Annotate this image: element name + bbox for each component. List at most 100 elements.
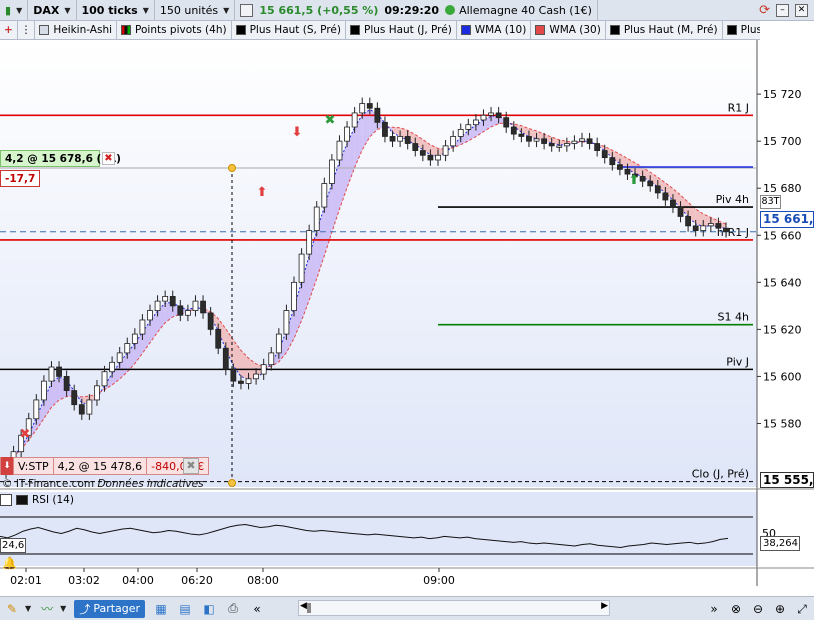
candle-body [162, 296, 169, 302]
units-selector[interactable]: 150 unités ▼ [155, 0, 236, 21]
stop-order-label[interactable]: ⬇ V:STP 4,2 @ 15 478,6 -840,00 € [0, 457, 210, 475]
alert-bell-icon[interactable]: 🔔 [2, 556, 17, 570]
candle-body [101, 371, 108, 387]
rsi-value-tag: 38,264 [760, 536, 800, 551]
candle-body [495, 112, 502, 119]
pivots-icon [121, 25, 132, 35]
market-name: Allemagne 40 Cash (1€) [459, 3, 592, 17]
add-indicator-button[interactable]: + [0, 21, 18, 39]
screenshot-button[interactable]: ◧ [197, 597, 221, 620]
scroll-right-icon[interactable]: ▶ [601, 601, 608, 611]
legend-high-week[interactable]: Plus Haut (S, Pré) [232, 21, 346, 39]
chart-type-selector[interactable]: ▮ ▼ [0, 0, 29, 21]
candle-body [647, 180, 654, 187]
candle-body [56, 366, 62, 377]
layout-button[interactable]: ▦ [149, 597, 173, 620]
color-swatch-icon [16, 494, 28, 505]
previous-close-tag: 15 555,3 [760, 472, 814, 488]
indicator-legend: + ⋮ Heikin-Ashi Points pivots (4h) Plus … [0, 21, 760, 40]
auto-scale-icon[interactable]: ⤢ [794, 601, 810, 617]
candle-body [526, 136, 532, 142]
zoom-out-icon[interactable]: ⊖ [750, 601, 766, 617]
candle-body [435, 154, 441, 161]
candle-body [344, 126, 350, 142]
zoom-reset-icon[interactable]: ⊗ [728, 601, 744, 617]
candle-body [510, 126, 517, 135]
candle-body [207, 312, 214, 330]
last-time: 09:29:20 [384, 3, 440, 17]
legend-pivots[interactable]: Points pivots (4h) [117, 21, 232, 39]
candle-body [412, 143, 419, 151]
candle-body [260, 364, 267, 375]
color-swatch-icon [460, 25, 471, 35]
chart-scrollbar[interactable]: ◀ ▶ [298, 600, 610, 616]
checkbox-icon[interactable] [0, 493, 12, 506]
candle-body [366, 103, 373, 109]
candle-body [586, 138, 593, 144]
instrument-selector[interactable]: DAX ▼ [28, 0, 77, 21]
checkbox-icon[interactable] [240, 3, 254, 17]
candle-body [86, 399, 93, 415]
camera-icon: ◧ [203, 601, 215, 616]
rsi-header[interactable]: RSI (14) [0, 492, 74, 507]
minimize-button[interactable]: – [776, 4, 789, 17]
chevron-down-icon: ▼ [223, 5, 230, 15]
candle-body [723, 227, 729, 233]
indicator-tool-button[interactable]: 〰 ▼ [35, 597, 70, 620]
settings-toggle[interactable]: ⋮ [18, 21, 36, 39]
y-tick-label: 15 700 [763, 135, 802, 148]
color-swatch-icon [535, 25, 546, 35]
save-button[interactable]: ▤ [173, 597, 197, 620]
cancel-stop-icon[interactable]: ✖ [183, 458, 199, 474]
candle-body [677, 206, 684, 217]
scroll-left-icon[interactable]: ◀ [300, 601, 307, 611]
candle-body [351, 112, 358, 128]
x-tick-label: 08:00 [247, 574, 279, 586]
candle-body [124, 343, 131, 354]
close-button[interactable]: ✕ [795, 4, 808, 17]
share-button[interactable]: ⤴ Partager [70, 597, 149, 620]
candle-body [670, 199, 676, 208]
stop-detail: 4,2 @ 15 478,6 [54, 457, 148, 475]
y-tick-label: 15 720 [763, 88, 802, 101]
draw-tool-button[interactable]: ✎ ▼ [0, 597, 35, 620]
scroll-first-button[interactable]: « [245, 597, 269, 620]
scroll-thumb[interactable] [307, 603, 311, 613]
close-position-icon[interactable]: ✖ [102, 152, 115, 165]
legend-high-month[interactable]: Plus Haut (M, Pré) [606, 21, 723, 39]
candle-body [374, 107, 381, 123]
color-swatch-icon [609, 25, 620, 35]
candle-body [654, 185, 661, 194]
candle-body [715, 223, 722, 229]
bottom-toolbar: ✎ ▼ 〰 ▼ ⤴ Partager ▦ ▤ ◧ ⎙ « ◀ ▶ » ⊗ ⊖ ⊕ ⤢ [0, 596, 814, 620]
timeframe-selector[interactable]: 100 ticks ▼ [77, 0, 155, 21]
position-label[interactable]: 4,2 @ 15 678,6 (RL) [0, 150, 121, 167]
y-tick-label: 15 660 [763, 229, 802, 242]
print-button[interactable]: ⎙ [221, 597, 245, 620]
candle-body [291, 281, 297, 311]
zoom-in-icon[interactable]: ⊕ [772, 601, 788, 617]
x-tick-label: 06:20 [181, 574, 213, 586]
level-label: Clo (J, Pré) [692, 468, 749, 481]
legend-heikin-ashi[interactable]: Heikin-Ashi [35, 21, 118, 39]
legend-high-day[interactable]: Plus Haut (J, Pré) [346, 21, 457, 39]
candle-body [109, 361, 116, 373]
legend-low-month[interactable]: Plus Bas (M, P [723, 21, 760, 39]
candle-body [147, 310, 153, 321]
price-chart[interactable]: 15 720 15 700 15 680 15 660 15 640 15 620 15 6… [0, 40, 814, 586]
candle-body [253, 373, 260, 380]
candle-body [556, 145, 563, 148]
candle-body [169, 296, 176, 307]
legend-wma30[interactable]: WMA (30) [531, 21, 606, 39]
trade-marker: ⬆ [257, 185, 268, 200]
candle-body [48, 366, 55, 382]
candle-body [480, 114, 487, 121]
x-tick-label: 02:01 [10, 574, 42, 586]
double-chevron-right-icon[interactable]: » [706, 601, 722, 617]
level-label: R1 J [728, 101, 749, 114]
candle-body [427, 154, 434, 161]
legend-wma10[interactable]: WMA (10) [457, 21, 532, 39]
candle-body [268, 352, 275, 366]
refresh-icon[interactable]: ⟳ [759, 3, 770, 18]
heikin-ashi-icon [39, 25, 50, 35]
